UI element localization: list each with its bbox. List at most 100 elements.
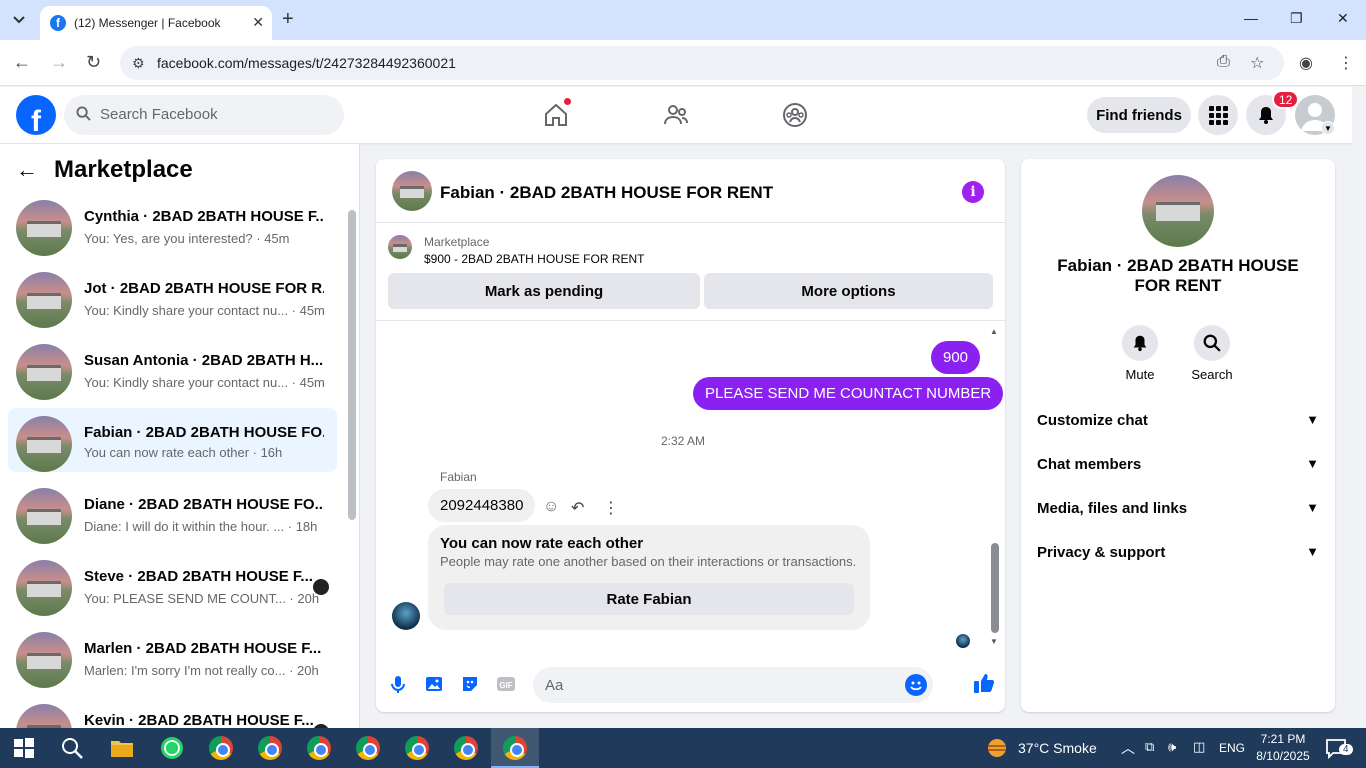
menu-grid-icon[interactable]	[1198, 95, 1238, 135]
restore-icon[interactable]: ❐	[1290, 10, 1303, 27]
clock-date[interactable]: 8/10/2025	[1252, 749, 1314, 763]
emoji-icon[interactable]	[905, 674, 927, 696]
conversation-item[interactable]: Marlen · 2BAD 2BATH HOUSE F... Marlen: I…	[8, 628, 337, 692]
home-icon[interactable]	[542, 97, 572, 129]
tab-close-icon[interactable]: ✕	[252, 14, 264, 31]
chrome-icon[interactable]	[209, 736, 233, 760]
display-icon[interactable]: ◫	[1193, 739, 1205, 755]
search-in-chat-button[interactable]: Search	[1182, 325, 1242, 382]
search-icon	[1194, 325, 1230, 361]
chat-thumbnail[interactable]	[392, 171, 432, 211]
listing-thumbnail	[388, 235, 412, 259]
menu-kebab-icon[interactable]: ⋮	[1338, 53, 1354, 73]
forward-icon[interactable]: →	[50, 52, 68, 73]
language-indicator[interactable]: ENG	[1219, 741, 1245, 755]
rate-card-title: You can now rate each other	[440, 535, 644, 552]
close-window-icon[interactable]: ✕	[1337, 10, 1349, 27]
friends-icon[interactable]	[662, 101, 690, 129]
weather-text[interactable]: 37°C Smoke	[1018, 740, 1097, 756]
chrome-icon[interactable]	[503, 736, 527, 760]
find-friends-button[interactable]: Find friends	[1087, 97, 1191, 133]
conversation-item-active[interactable]: Fabian · 2BAD 2BATH HOUSE FO... You can …	[8, 408, 337, 472]
photo-icon[interactable]	[424, 674, 444, 694]
outgoing-message[interactable]: 900	[931, 341, 981, 374]
react-smiley-icon[interactable]: ☺	[543, 498, 559, 516]
scrollbar-thumb[interactable]	[348, 210, 356, 520]
conversation-item[interactable]: Kevin · 2BAD 2BATH HOUSE F...	[8, 700, 337, 728]
mute-button[interactable]: Mute	[1110, 325, 1170, 382]
outgoing-message[interactable]: PLEASE SEND ME COUNTACT NUMBER	[693, 377, 1004, 410]
back-arrow-icon[interactable]: ←	[16, 157, 38, 183]
page-scrollbar[interactable]	[1352, 87, 1366, 728]
info-icon[interactable]: i	[962, 181, 984, 203]
install-app-icon[interactable]: ⎙	[1217, 53, 1230, 71]
tab-search-button[interactable]	[6, 7, 32, 33]
groups-icon[interactable]	[781, 101, 809, 129]
conversation-item[interactable]: Susan Antonia · 2BAD 2BATH H... You: Kin…	[8, 340, 337, 404]
chat-profile-picture[interactable]	[1142, 175, 1214, 247]
chrome-icon[interactable]	[454, 736, 478, 760]
profile-icon[interactable]: ◉	[1299, 53, 1313, 73]
privacy-support-section[interactable]: Privacy & support ▼	[1037, 544, 1319, 568]
chrome-icon[interactable]	[258, 736, 282, 760]
more-kebab-icon[interactable]: ⋮	[603, 498, 619, 518]
conversation-item[interactable]: Cynthia · 2BAD 2BATH HOUSE F... You: Yes…	[8, 196, 337, 260]
conversation-item[interactable]: Steve · 2BAD 2BATH HOUSE F... You: PLEAS…	[8, 556, 337, 620]
chat-title[interactable]: Fabian · 2BAD 2BATH HOUSE FOR RENT	[440, 183, 773, 203]
listing-thumbnail	[16, 488, 72, 544]
section-label: Media, files and links	[1037, 500, 1188, 517]
message-input[interactable]: Aa	[533, 667, 933, 703]
facebook-logo-icon[interactable]: f	[16, 95, 56, 135]
chevron-down-icon: ▼	[1306, 456, 1319, 471]
reply-icon[interactable]: ↶	[571, 498, 584, 518]
rate-fabian-button[interactable]: Rate Fabian	[444, 583, 854, 615]
volume-icon[interactable]: 🕪	[1168, 739, 1176, 755]
chrome-icon[interactable]	[405, 736, 429, 760]
bookmark-star-icon[interactable]: ☆	[1250, 53, 1264, 73]
conversation-snippet: You: Yes, are you interested? · 45m	[84, 231, 290, 246]
show-hidden-icons-chevron-icon[interactable]: ︿	[1121, 738, 1135, 758]
scroll-down-arrow-icon[interactable]: ▼	[990, 637, 998, 646]
like-thumbs-up-icon[interactable]	[973, 672, 995, 694]
customize-chat-section[interactable]: Customize chat ▼	[1037, 412, 1319, 436]
mark-as-pending-button[interactable]: Mark as pending	[388, 273, 700, 309]
omnibox[interactable]: ⚙ facebook.com/messages/t/24273284492360…	[120, 46, 1284, 80]
reload-icon[interactable]: ↻	[86, 52, 101, 73]
listing-thumbnail	[16, 560, 72, 616]
media-files-links-section[interactable]: Media, files and links ▼	[1037, 500, 1319, 524]
search-facebook-input[interactable]: Search Facebook	[64, 95, 344, 135]
conversation-item[interactable]: Diane · 2BAD 2BATH HOUSE FO... Diane: I …	[8, 484, 337, 548]
url-text[interactable]: facebook.com/messages/t/2427328449236002…	[157, 55, 456, 71]
more-options-button[interactable]: More options	[704, 273, 993, 309]
chat-members-section[interactable]: Chat members ▼	[1037, 456, 1319, 480]
chat-details-panel: Fabian · 2BAD 2BATH HOUSE FOR RENT Mute …	[1021, 159, 1335, 712]
browser-tab[interactable]: f (12) Messenger | Facebook ✕	[40, 6, 272, 40]
scroll-up-arrow-icon[interactable]: ▲	[990, 327, 998, 336]
clock-time[interactable]: 7:21 PM	[1252, 732, 1314, 746]
gif-icon[interactable]: GIF	[496, 674, 516, 694]
conversation-item[interactable]: Jot · 2BAD 2BATH HOUSE FOR R... You: Kin…	[8, 268, 337, 332]
chrome-icon[interactable]	[307, 736, 331, 760]
incoming-message[interactable]: 2092448380	[428, 489, 536, 522]
sticker-icon[interactable]	[460, 674, 480, 694]
windows-start-icon[interactable]	[12, 736, 36, 760]
listing-row[interactable]: Marketplace $900 - 2BAD 2BATH HOUSE FOR …	[388, 235, 993, 266]
messages-scrollbar[interactable]: ▲ ▼	[990, 327, 1000, 649]
account-chevron-icon[interactable]: ▼	[1321, 121, 1335, 135]
whatsapp-icon[interactable]	[160, 736, 184, 760]
network-icon[interactable]: ⧉	[1145, 739, 1154, 755]
scrollbar-thumb[interactable]	[991, 543, 999, 633]
chrome-icon[interactable]	[356, 736, 380, 760]
site-info-icon[interactable]: ⚙	[132, 55, 145, 72]
conversations-scrollbar[interactable]	[346, 194, 356, 724]
weather-icon[interactable]	[985, 736, 1009, 760]
new-tab-icon[interactable]: +	[282, 8, 294, 31]
windows-taskbar: 37°C Smoke ︿ ⧉ 🕪 ◫ ENG 7:21 PM 8/10/2025…	[0, 728, 1366, 768]
file-explorer-icon[interactable]	[110, 736, 134, 760]
back-icon[interactable]: ←	[13, 52, 31, 73]
minimize-icon[interactable]: —	[1244, 10, 1258, 26]
listing-thumbnail	[16, 704, 72, 728]
sender-avatar[interactable]	[392, 602, 420, 630]
taskbar-search-icon[interactable]	[60, 736, 84, 760]
microphone-icon[interactable]	[388, 674, 408, 694]
